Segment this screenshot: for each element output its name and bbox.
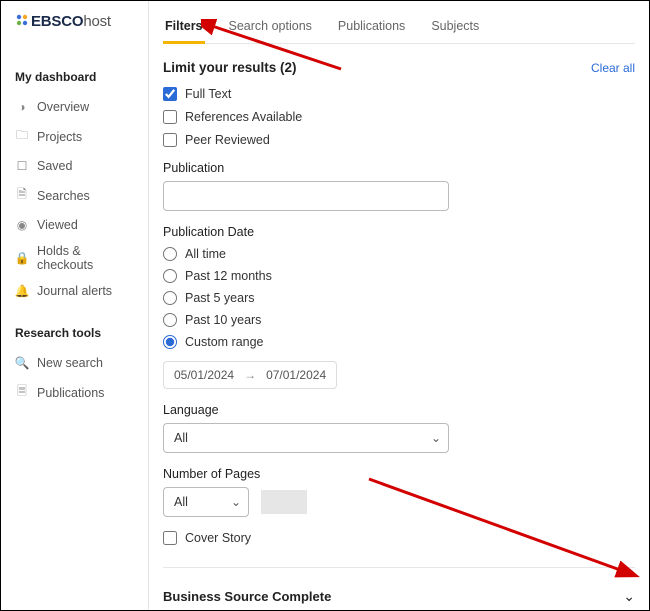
check-references[interactable]: References Available	[163, 110, 635, 124]
sidebar-item-label: Projects	[37, 130, 82, 144]
tab-label: Subjects	[431, 19, 479, 33]
limit-heading: Limit your results (2)	[163, 60, 297, 75]
sidebar-item-publications[interactable]: 🗏 Publications	[15, 376, 138, 409]
checkbox-input[interactable]	[163, 133, 177, 147]
sidebar-item-viewed[interactable]: ◉ Viewed	[15, 212, 138, 238]
publication-label: Publication	[163, 161, 635, 175]
tabs: Filters Search options Publications Subj…	[163, 9, 635, 44]
pages-label: Number of Pages	[163, 467, 635, 481]
sidebar-item-searches[interactable]: 🗎 Searches	[15, 179, 138, 212]
radio-custom[interactable]: Custom range	[163, 335, 635, 349]
tools-nav: Research tools 🔍 New search 🗏 Publications	[15, 326, 138, 409]
checkbox-input[interactable]	[163, 87, 177, 101]
dashboard-nav: My dashboard ◑Overview 🗀Projects ☐Saved …	[15, 70, 138, 304]
checkbox-input[interactable]	[163, 110, 177, 124]
sidebar-item-projects[interactable]: 🗀 Projects	[15, 120, 138, 153]
tab-label: Publications	[338, 19, 405, 33]
tab-publications[interactable]: Publications	[336, 9, 407, 43]
radio-all-time[interactable]: All time	[163, 247, 635, 261]
sidebar-item-new-search[interactable]: 🔍 New search	[15, 350, 138, 376]
main-panel: Filters Search options Publications Subj…	[149, 1, 649, 610]
clear-all-link[interactable]: Clear all	[591, 61, 635, 75]
tab-label: Filters	[165, 19, 203, 33]
checkbox-input[interactable]	[163, 531, 177, 545]
page-icon: 🗏	[15, 382, 29, 403]
arrow-right-icon: →	[244, 368, 256, 382]
select-value: All	[174, 495, 188, 509]
eye-icon: ◉	[15, 218, 29, 232]
radio-input[interactable]	[163, 269, 177, 283]
publication-input[interactable]	[163, 181, 449, 211]
sidebar-item-holds[interactable]: 🔒 Holds & checkouts	[15, 238, 138, 278]
tools-heading: Research tools	[15, 326, 138, 340]
sidebar-item-label: Overview	[37, 100, 89, 114]
brand-text: EBSCOhost	[31, 13, 111, 30]
tab-filters[interactable]: Filters	[163, 9, 205, 43]
pages-select[interactable]: All ⌄	[163, 487, 249, 517]
checkbox-label: Peer Reviewed	[185, 133, 270, 147]
radio-label: Past 5 years	[185, 291, 254, 305]
check-peer-reviewed[interactable]: Peer Reviewed	[163, 133, 635, 147]
bell-icon: 🔔	[15, 284, 29, 298]
sidebar-item-label: Searches	[37, 189, 90, 203]
radio-input[interactable]	[163, 335, 177, 349]
sidebar-item-saved[interactable]: ☐ Saved	[15, 153, 138, 179]
tab-label: Search options	[229, 19, 312, 33]
brand-logo: EBSCOhost	[15, 13, 138, 30]
radio-label: Past 12 months	[185, 269, 272, 283]
db-name: Business Source Complete	[163, 589, 331, 604]
sidebar-item-label: Viewed	[37, 218, 78, 232]
bookmark-icon: ☐	[15, 159, 29, 173]
gauge-icon: ◑	[15, 100, 29, 114]
lock-icon: 🔒	[15, 251, 29, 265]
date-range-picker[interactable]: 05/01/2024 → 07/01/2024	[163, 361, 337, 389]
brand-icon	[15, 13, 29, 30]
date-from: 05/01/2024	[174, 368, 234, 382]
sidebar-item-label: New search	[37, 356, 103, 370]
radio-5-years[interactable]: Past 5 years	[163, 291, 635, 305]
checkbox-label: References Available	[185, 110, 302, 124]
limit-header: Limit your results (2) Clear all	[163, 60, 635, 75]
tab-subjects[interactable]: Subjects	[429, 9, 481, 43]
sidebar: EBSCOhost My dashboard ◑ Overview 🗀 Projec…	[1, 1, 149, 610]
sidebar-item-label: Journal alerts	[37, 284, 112, 298]
chevron-down-icon: ⌄	[623, 588, 635, 605]
check-full-text[interactable]: Full Text	[163, 87, 635, 101]
checkbox-label: Cover Story	[185, 531, 251, 545]
radio-input[interactable]	[163, 247, 177, 261]
language-label: Language	[163, 403, 635, 417]
sidebar-item-label: Saved	[37, 159, 72, 173]
radio-input[interactable]	[163, 313, 177, 327]
search-icon: 🔍	[15, 356, 29, 370]
sidebar-item-overview[interactable]: ◑ Overview	[15, 94, 138, 120]
checkbox-label: Full Text	[185, 87, 231, 101]
select-value: All	[174, 431, 188, 445]
tab-search-options[interactable]: Search options	[227, 9, 314, 43]
db-section-business[interactable]: Business Source Complete ⌄	[163, 567, 635, 610]
document-icon: 🗎	[15, 185, 29, 206]
radio-12-months[interactable]: Past 12 months	[163, 269, 635, 283]
radio-input[interactable]	[163, 291, 177, 305]
radio-10-years[interactable]: Past 10 years	[163, 313, 635, 327]
language-select[interactable]: All ⌄	[163, 423, 449, 453]
pages-count-box	[261, 490, 307, 514]
dashboard-heading: My dashboard	[15, 70, 138, 84]
radio-label: All time	[185, 247, 226, 261]
date-to: 07/01/2024	[266, 368, 326, 382]
sidebar-item-label: Holds & checkouts	[37, 244, 138, 272]
folder-icon: 🗀	[15, 126, 29, 147]
date-label: Publication Date	[163, 225, 635, 239]
check-cover-story[interactable]: Cover Story	[163, 531, 635, 545]
radio-label: Past 10 years	[185, 313, 261, 327]
sidebar-item-alerts[interactable]: 🔔 Journal alerts	[15, 278, 138, 304]
sidebar-item-label: Publications	[37, 386, 104, 400]
radio-label: Custom range	[185, 335, 264, 349]
